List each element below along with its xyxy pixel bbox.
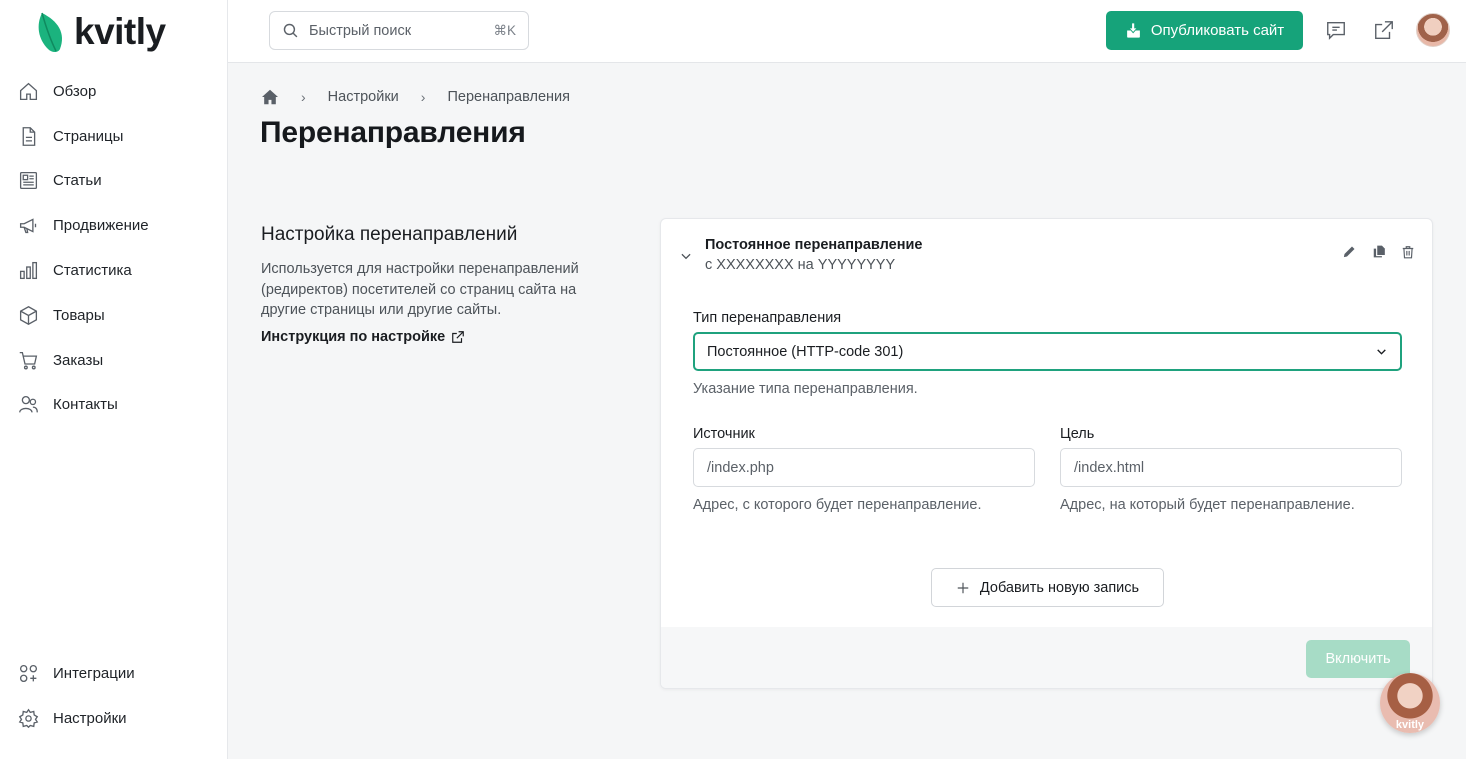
sidebar-item-label: Контакты [53,396,118,414]
breadcrumb-settings[interactable]: Настройки [328,89,399,105]
chevron-down-icon [1377,349,1386,355]
user-avatar[interactable] [1416,13,1450,47]
redirect-type-value: Постоянное (HTTP-code 301) [707,343,904,360]
trash-icon [1402,245,1413,258]
plus-icon [957,582,969,593]
search-icon [283,23,298,38]
redirect-card-footer: Включить [661,627,1432,688]
redirect-actions [1341,243,1416,260]
sidebar-item-label: Страницы [53,127,124,145]
sidebar-item-label: Заказы [53,351,104,369]
redirect-card: Постоянное перенаправление с XXXXXXXX на… [660,218,1433,689]
sidebar-item-integrations[interactable]: Интеграции [0,651,228,696]
sidebar-bottom-nav: Интеграции Настройки [0,651,228,741]
bar-chart-icon [19,262,38,280]
home-icon [19,82,38,100]
redirect-type-help: Указание типа перенаправления. [693,381,918,397]
sidebar-item-pages[interactable]: Страницы [0,114,228,159]
publish-icon [1126,23,1140,38]
copy-button[interactable] [1370,243,1387,260]
edit-button[interactable] [1341,243,1358,260]
search-shortcut: ⌘K [493,22,516,38]
breadcrumb: › Настройки › Перенаправления [261,87,570,107]
delete-button[interactable] [1399,243,1416,260]
external-link-icon [452,331,465,343]
source-placeholder: /index.php [707,459,774,476]
redirect-title: Постоянное перенаправление [705,237,923,253]
sidebar-item-orders[interactable]: Заказы [0,338,228,383]
gear-icon [18,708,39,728]
pencil-icon [1343,246,1355,258]
chevron-right-icon: › [301,89,306,105]
publish-site-button[interactable]: Опубликовать сайт [1106,11,1303,50]
sidebar-item-label: Интеграции [53,664,135,682]
external-link-icon [1375,21,1393,39]
support-chat-avatar[interactable]: kvitly [1380,673,1440,733]
sidebar-item-label: Обзор [53,82,97,100]
message-icon [1327,21,1345,40]
logo[interactable]: kvitly [36,10,166,54]
redirect-type-select[interactable]: Постоянное (HTTP-code 301) [693,332,1402,371]
chevron-down-icon[interactable] [679,249,693,263]
setup-instruction-link[interactable]: Инструкция по настройке [261,329,465,345]
redirect-subtitle: с XXXXXXXX на YYYYYYYY [705,257,896,273]
users-icon [19,396,38,414]
target-input[interactable]: /index.html [1060,448,1402,487]
chevron-right-icon: › [420,89,426,105]
newspaper-icon [19,172,38,190]
top-header: Быстрый поиск ⌘K Опубликовать сайт [228,0,1466,63]
add-record-button[interactable]: Добавить новую запись [931,568,1164,607]
target-help: Адрес, на который будет перенаправление. [1060,497,1355,513]
section-description: Используется для настройки перенаправлен… [261,261,579,318]
section-title: Настройка перенаправлений [261,224,518,245]
support-chat-label: kvitly [1395,719,1425,731]
sidebar-item-label: Продвижение [53,217,149,235]
sidebar-item-settings[interactable]: Настройки [0,696,228,741]
copy-icon [1373,245,1385,258]
feedback-button[interactable] [1323,17,1349,43]
sidebar-item-label: Настройки [53,709,127,727]
search-placeholder: Быстрый поиск [309,22,412,39]
box-icon [19,305,38,325]
sidebar-item-contacts[interactable]: Контакты [0,383,228,428]
sidebar-item-promotion[interactable]: Продвижение [0,203,228,248]
search-input[interactable]: Быстрый поиск ⌘K [269,11,529,50]
cart-icon [19,351,38,370]
sidebar-item-label: Статистика [53,262,132,280]
page-title: Перенаправления [260,116,526,149]
source-input[interactable]: /index.php [693,448,1035,487]
target-label: Цель [1060,426,1095,442]
source-help: Адрес, с которого будет перенаправление. [693,497,982,513]
leaf-logo-icon [38,12,62,52]
sidebar-item-label: Статьи [53,172,102,190]
add-record-label: Добавить новую запись [979,579,1140,596]
file-icon [22,126,36,146]
breadcrumb-current: Перенаправления [447,89,570,105]
target-placeholder: /index.html [1074,459,1145,476]
apps-icon [19,664,38,682]
redirect-card-header: Постоянное перенаправление с XXXXXXXX на… [661,219,1432,281]
setup-instruction-label: Инструкция по настройке [261,329,446,345]
home-icon[interactable] [261,89,279,105]
megaphone-icon [19,218,37,234]
sidebar: kvitly Обзор Страницы Статьи Продвижение… [0,0,228,759]
open-site-button[interactable] [1371,17,1397,43]
sidebar-item-products[interactable]: Товары [0,293,228,338]
sidebar-item-label: Товары [53,306,105,324]
enable-button[interactable]: Включить [1306,640,1410,678]
publish-site-label: Опубликовать сайт [1150,22,1285,39]
logo-text: kvitly [74,11,166,52]
sidebar-item-overview[interactable]: Обзор [0,69,228,114]
sidebar-nav: Обзор Страницы Статьи Продвижение Статис… [0,69,228,427]
sidebar-item-statistics[interactable]: Статистика [0,248,228,293]
sidebar-item-articles[interactable]: Статьи [0,159,228,204]
redirect-type-label: Тип перенаправления [693,310,842,326]
source-label: Источник [693,426,755,442]
